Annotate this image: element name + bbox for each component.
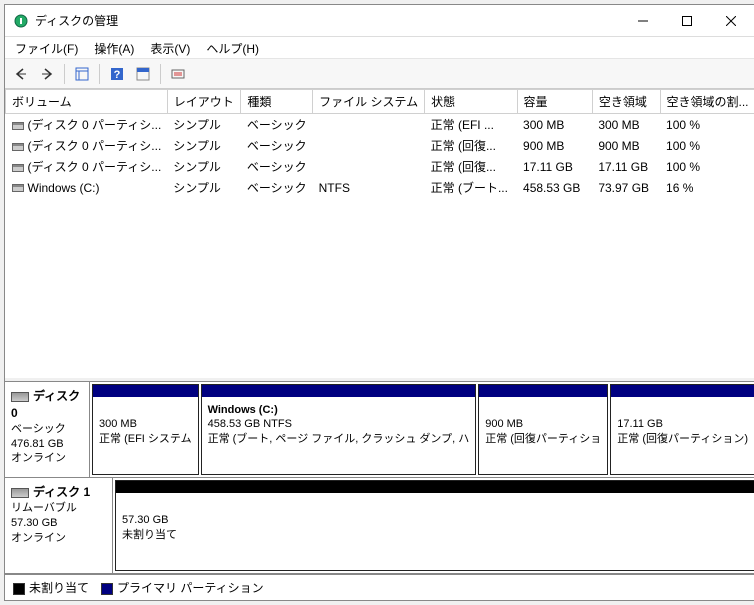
partition[interactable]: 300 MB正常 (EFI システム bbox=[92, 384, 199, 475]
view-list-icon[interactable] bbox=[70, 62, 94, 86]
menu-view[interactable]: 表示(V) bbox=[146, 39, 194, 56]
disk-management-window: ディスクの管理 ファイル(F) 操作(A) 表示(V) ヘルプ(H) ? ボリュ… bbox=[4, 4, 754, 601]
column-header[interactable]: 状態 bbox=[425, 90, 517, 114]
menubar: ファイル(F) 操作(A) 表示(V) ヘルプ(H) bbox=[5, 37, 754, 59]
volume-row[interactable]: (ディスク 0 パーティシ...シンプルベーシック正常 (回復...17.11 … bbox=[6, 156, 754, 177]
svg-text:?: ? bbox=[114, 69, 121, 81]
forward-button[interactable] bbox=[35, 62, 59, 86]
help-icon[interactable]: ? bbox=[105, 62, 129, 86]
partition-header bbox=[93, 385, 198, 397]
swatch-unallocated-icon bbox=[13, 583, 25, 595]
maximize-button[interactable] bbox=[665, 6, 709, 36]
partition-header bbox=[116, 481, 754, 493]
disk-icon bbox=[11, 392, 29, 402]
partition-header bbox=[611, 385, 754, 397]
menu-action[interactable]: 操作(A) bbox=[90, 39, 138, 56]
legend-unallocated: 未割り当て bbox=[13, 579, 89, 596]
volume-row[interactable]: Windows (C:)シンプルベーシックNTFS正常 (ブート...458.5… bbox=[6, 177, 754, 198]
swatch-primary-icon bbox=[101, 583, 113, 595]
toolbar: ? bbox=[5, 59, 754, 89]
toolbar-separator bbox=[99, 64, 100, 84]
minimize-button[interactable] bbox=[621, 6, 665, 36]
column-header[interactable]: 種類 bbox=[241, 90, 313, 114]
legend-primary: プライマリ パーティション bbox=[101, 579, 264, 596]
menu-help[interactable]: ヘルプ(H) bbox=[202, 39, 263, 56]
window-title: ディスクの管理 bbox=[35, 12, 621, 29]
volume-icon bbox=[12, 164, 24, 172]
disk-icon bbox=[11, 488, 29, 498]
disk-graphical-view: ディスク 0ベーシック476.81 GBオンライン300 MB正常 (EFI シ… bbox=[5, 381, 754, 574]
view-top-icon[interactable] bbox=[131, 62, 155, 86]
volume-row[interactable]: (ディスク 0 パーティシ...シンプルベーシック正常 (EFI ...300 … bbox=[6, 114, 754, 136]
partition[interactable]: Windows (C:)458.53 GB NTFS正常 (ブート, ページ フ… bbox=[201, 384, 477, 475]
menu-file[interactable]: ファイル(F) bbox=[11, 39, 82, 56]
disk-row: ディスク 1リムーバブル57.30 GBオンライン57.30 GB未割り当て bbox=[5, 478, 754, 574]
volume-icon bbox=[12, 143, 24, 151]
disk-label[interactable]: ディスク 1リムーバブル57.30 GBオンライン bbox=[5, 478, 113, 573]
column-header[interactable]: ボリューム bbox=[6, 90, 168, 114]
partition[interactable]: 900 MB正常 (回復パーティショ bbox=[478, 384, 608, 475]
titlebar[interactable]: ディスクの管理 bbox=[5, 5, 754, 37]
column-header[interactable]: ファイル システム bbox=[313, 90, 425, 114]
volume-icon bbox=[12, 184, 24, 192]
app-icon bbox=[13, 13, 29, 29]
partition[interactable]: 17.11 GB正常 (回復パーティション) bbox=[610, 384, 754, 475]
disk-label[interactable]: ディスク 0ベーシック476.81 GBオンライン bbox=[5, 382, 90, 477]
column-header[interactable]: 容量 bbox=[517, 90, 592, 114]
disk-row: ディスク 0ベーシック476.81 GBオンライン300 MB正常 (EFI シ… bbox=[5, 382, 754, 478]
volume-list[interactable]: ボリュームレイアウト種類ファイル システム状態容量空き領域空き領域の割... (… bbox=[5, 89, 754, 381]
partition-header bbox=[202, 385, 476, 397]
column-header[interactable]: レイアウト bbox=[167, 90, 241, 114]
legend: 未割り当て プライマリ パーティション bbox=[5, 574, 754, 600]
toolbar-separator bbox=[160, 64, 161, 84]
properties-icon[interactable] bbox=[166, 62, 190, 86]
close-button[interactable] bbox=[709, 6, 753, 36]
column-header[interactable]: 空き領域の割... bbox=[660, 90, 754, 114]
partition[interactable]: 57.30 GB未割り当て bbox=[115, 480, 754, 571]
column-header[interactable]: 空き領域 bbox=[592, 90, 660, 114]
volume-row[interactable]: (ディスク 0 パーティシ...シンプルベーシック正常 (回復...900 MB… bbox=[6, 135, 754, 156]
partition-header bbox=[479, 385, 607, 397]
back-button[interactable] bbox=[9, 62, 33, 86]
volume-icon bbox=[12, 122, 24, 130]
toolbar-separator bbox=[64, 64, 65, 84]
